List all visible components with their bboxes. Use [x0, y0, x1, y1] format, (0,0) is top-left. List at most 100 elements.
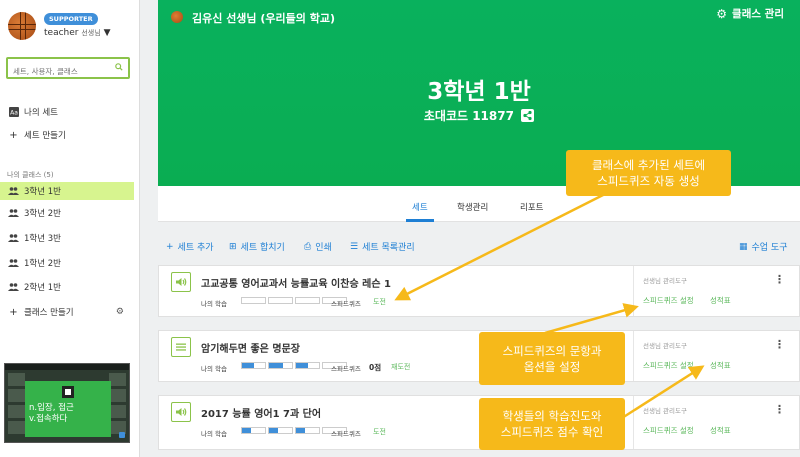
more-icon[interactable]: ⋮: [774, 403, 785, 416]
grades-link[interactable]: 성적표: [710, 295, 731, 306]
divider: [633, 396, 634, 449]
thumbnail-text: v.접속하다: [29, 414, 68, 424]
list-icon: ☰: [350, 241, 359, 252]
callout-line: 스피드퀴즈 자동 생성: [597, 174, 700, 188]
plus-icon: +: [166, 241, 174, 252]
callout-auto-quiz: 클래스에 추가된 세트에스피드퀴즈 자동 생성: [566, 150, 731, 196]
set-toolbar: + 세트 추가 ⊞ 세트 합치기 ⎙ 인쇄 ☰ 세트 목록관리 ▦ 수업 도구: [166, 240, 796, 254]
set-title[interactable]: 암기해두면 좋은 명문장: [201, 340, 300, 355]
gear-icon[interactable]: ⚙: [116, 307, 124, 317]
search-icon[interactable]: [115, 63, 123, 71]
plus-icon: +: [9, 306, 18, 318]
group-icon: [8, 208, 19, 219]
merge-set-button[interactable]: ⊞ 세트 합치기: [229, 240, 285, 254]
set-title[interactable]: 2017 능률 영어1 7과 단어: [201, 405, 321, 420]
progress-fill: [269, 428, 279, 433]
user-menu[interactable]: teacher 선생님 ▼: [44, 28, 110, 38]
quiz-score: 0점: [369, 363, 382, 372]
set-list-button[interactable]: ☰ 세트 목록관리: [350, 240, 415, 254]
speed-quiz-settings-link[interactable]: 스피드퀴즈 설정: [643, 360, 694, 371]
supporter-badge: SUPPORTER: [44, 13, 98, 25]
speed-quiz-settings-link[interactable]: 스피드퀴즈 설정: [643, 295, 694, 306]
callout-line: 스피드퀴즈의 문항과: [502, 343, 602, 358]
sidebar-item-make-set[interactable]: + 세트 만들기: [0, 126, 134, 144]
progress-fill: [296, 428, 306, 433]
progress-fill: [269, 363, 283, 368]
set-icon: Aa: [8, 107, 19, 118]
callout-line: 학생들의 학습진도와: [502, 409, 602, 423]
add-set-button[interactable]: + 세트 추가: [166, 240, 214, 254]
progress-fill: [242, 428, 252, 433]
sidebar-item-label: 3학년 2반: [24, 209, 61, 219]
group-icon: [8, 186, 19, 197]
sidebar-item-label: 1학년 2반: [24, 259, 61, 269]
callout-line: 클래스에 추가된 세트에: [591, 158, 706, 172]
callout-line: 옵션을 설정: [523, 359, 581, 374]
sidebar-item-label: 세트 만들기: [24, 131, 66, 141]
speed-quiz-settings-link[interactable]: 스피드퀴즈 설정: [643, 425, 694, 436]
grid-icon: ▦: [739, 241, 748, 252]
sidebar-item-class-1-2[interactable]: 1학년 2반: [0, 254, 134, 272]
more-icon[interactable]: ⋮: [774, 273, 785, 286]
caret-down-icon: ▼: [103, 28, 111, 38]
merge-set-label: 세트 합치기: [240, 243, 285, 253]
quiz-challenge-link[interactable]: 도전: [373, 427, 386, 437]
username: teacher: [44, 28, 79, 38]
add-set-label: 세트 추가: [177, 243, 214, 253]
thumbnail-text: n.입장, 접근: [29, 403, 74, 413]
share-icon[interactable]: [521, 109, 535, 122]
more-icon[interactable]: ⋮: [774, 338, 785, 351]
sidebar-item-class-1-3[interactable]: 1학년 3반: [0, 229, 134, 247]
speaker-icon: [171, 272, 191, 292]
avatar[interactable]: [8, 12, 36, 40]
sidebar-item-make-class[interactable]: + 클래스 만들기 ⚙: [0, 303, 134, 321]
set-title[interactable]: 고교공통 영어교과서 능률교육 이찬승 레슨 1: [201, 275, 391, 290]
group-icon: [8, 282, 19, 293]
indicator-icon: [119, 432, 125, 438]
sidebar-item-label: 나의 세트: [24, 108, 58, 118]
thumbnail-topbar: [5, 364, 129, 370]
tab-report[interactable]: 리포트: [520, 201, 543, 213]
tab-students[interactable]: 학생관리: [457, 201, 488, 213]
callout-quiz-settings: 스피드퀴즈의 문항과 옵션을 설정: [479, 332, 625, 385]
grades-link[interactable]: 성적표: [710, 360, 731, 371]
divider: [633, 266, 634, 316]
divider: [633, 331, 634, 381]
progress-fill: [296, 363, 308, 368]
set-card[interactable]: 고교공통 영어교과서 능률교육 이찬승 레슨 1 나의 학습 스피드퀴즈 도전 …: [158, 265, 800, 317]
quiz-retry-link[interactable]: 재도전: [391, 362, 410, 372]
page-title: 3학년 1반: [427, 79, 531, 105]
set-list-label: 세트 목록관리: [362, 243, 415, 253]
grades-link[interactable]: 성적표: [710, 425, 731, 436]
sidebar-item-label: 1학년 3반: [24, 234, 61, 244]
print-button[interactable]: ⎙ 인쇄: [304, 240, 332, 254]
sidebar-item-class-3-2[interactable]: 3학년 2반: [0, 204, 134, 222]
sidebar-item-label: 3학년 1반: [24, 187, 61, 197]
app-window: SUPPORTER teacher 선생님 ▼ Aa 나의 세트 + 세트 만들…: [0, 0, 800, 457]
basketball-icon: [171, 11, 183, 23]
video-thumbnail[interactable]: n.입장, 접근 v.접속하다: [4, 363, 130, 443]
search-box: [6, 57, 130, 81]
sidebar-item-label: 2학년 1반: [24, 283, 61, 293]
quiz-challenge-link[interactable]: 도전: [373, 297, 386, 307]
sidebar: SUPPORTER teacher 선생님 ▼ Aa 나의 세트 + 세트 만들…: [0, 0, 140, 457]
teacher-tools-label: 선생님 관리도구: [643, 342, 687, 350]
sidebar-item-label: 클래스 만들기: [24, 308, 74, 318]
group-icon: [8, 233, 19, 244]
search-input[interactable]: [8, 62, 108, 81]
tab-sets[interactable]: 세트: [412, 201, 428, 213]
class-manage-button[interactable]: ⚙ 클래스 관리: [716, 6, 784, 21]
callout-progress-check: 학생들의 학습진도와 스피드퀴즈 점수 확인: [479, 398, 625, 450]
sidebar-item-my-sets[interactable]: Aa 나의 세트: [0, 103, 134, 121]
sidebar-item-class-2-1[interactable]: 2학년 1반: [0, 278, 134, 296]
print-icon: ⎙: [304, 241, 312, 252]
group-icon: [8, 258, 19, 269]
my-learning-label: 나의 학습: [201, 430, 227, 438]
speaker-icon: [171, 402, 191, 422]
class-tools-button[interactable]: ▦ 수업 도구: [739, 240, 788, 254]
class-tools-label: 수업 도구: [751, 243, 788, 253]
speed-quiz-label: 스피드퀴즈: [331, 300, 361, 308]
sidebar-item-class-3-1[interactable]: 3학년 1반: [0, 182, 134, 200]
my-learning-label: 나의 학습: [201, 300, 227, 308]
gear-icon: ⚙: [716, 6, 728, 21]
